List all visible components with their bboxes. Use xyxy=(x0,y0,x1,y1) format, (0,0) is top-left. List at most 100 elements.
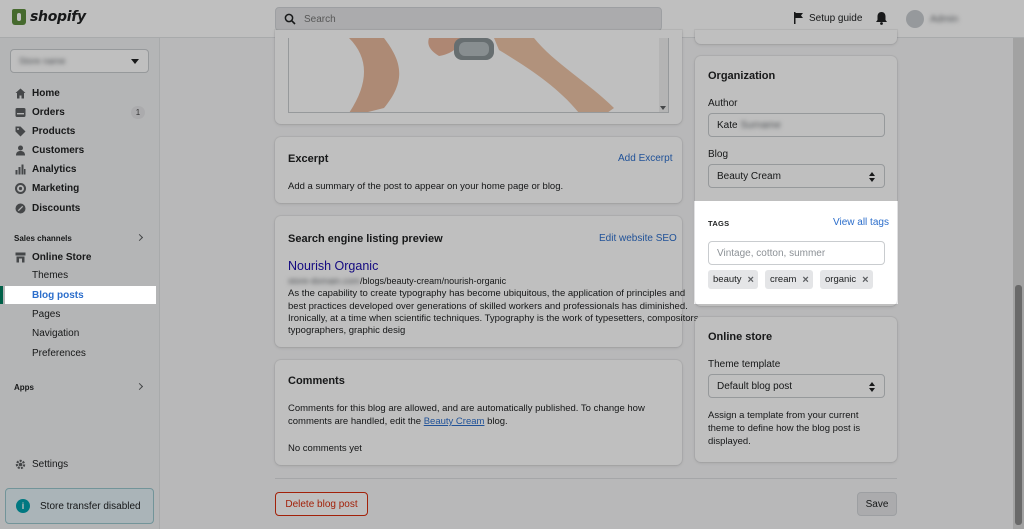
blog-selected-value: Beauty Cream xyxy=(717,170,781,182)
online-store-title: Online store xyxy=(708,331,773,343)
author-first-name: Kate xyxy=(717,119,738,131)
sidebar-item-orders[interactable]: Orders 1 xyxy=(0,103,159,121)
tag-chip-organic: organic × xyxy=(820,270,873,289)
marketing-icon xyxy=(15,182,26,194)
seo-title: Search engine listing preview xyxy=(288,233,443,245)
sidebar-item-label: Pages xyxy=(32,308,61,320)
avatar xyxy=(906,10,924,28)
sidebar-item-themes[interactable]: Themes xyxy=(0,266,159,284)
setup-guide-label: Setup guide xyxy=(809,12,863,24)
theme-help-line-1: Assign a template from your current xyxy=(708,410,859,421)
arrow-down-icon[interactable] xyxy=(660,106,666,110)
orders-icon xyxy=(15,107,26,117)
seo-snippet-line-1: As the capability to create typography h… xyxy=(288,288,686,299)
sidebar-item-navigation[interactable]: Navigation xyxy=(0,324,159,342)
author-field[interactable]: Kate Surname xyxy=(708,113,885,137)
store-transfer-banner: i Store transfer disabled xyxy=(5,488,154,524)
tag-chip-cream: cream × xyxy=(765,270,813,289)
close-icon[interactable]: × xyxy=(748,274,754,286)
add-excerpt-link[interactable]: Add Excerpt xyxy=(618,153,672,164)
theme-template-select[interactable]: Default blog post xyxy=(708,374,885,398)
sidebar-item-label: Analytics xyxy=(32,163,77,175)
logo-text: shopify xyxy=(30,9,86,25)
excerpt-description: Add a summary of the post to appear on y… xyxy=(288,181,564,192)
sidebar-item-home[interactable]: Home xyxy=(0,84,159,102)
edit-website-seo-link[interactable]: Edit website SEO xyxy=(599,233,677,244)
page-scrollbar-thumb[interactable] xyxy=(1015,285,1022,525)
sidebar-item-marketing[interactable]: Marketing xyxy=(0,179,159,197)
bell-icon[interactable] xyxy=(875,11,888,25)
chevron-right-icon[interactable] xyxy=(135,382,144,391)
sidebar-item-analytics[interactable]: Analytics xyxy=(0,160,159,178)
sidebar-item-label: Online Store xyxy=(32,251,92,263)
content-editor-area[interactable] xyxy=(288,38,669,113)
account-menu[interactable]: Admin xyxy=(906,10,958,28)
close-icon[interactable]: × xyxy=(862,274,868,286)
author-last-name: Surname xyxy=(740,119,781,131)
tag-label: organic xyxy=(825,274,857,285)
sidebar-item-label: Navigation xyxy=(32,327,80,339)
search-input[interactable] xyxy=(304,13,661,25)
author-label: Author xyxy=(708,98,738,109)
caret-down-icon xyxy=(131,59,139,64)
seo-url-host: store-domain.com xyxy=(288,276,361,286)
sidebar-item-online-store[interactable]: Online Store xyxy=(0,248,159,266)
sidebar-item-label: Products xyxy=(32,125,76,137)
sidebar-item-label: Marketing xyxy=(32,182,80,194)
view-all-tags-link[interactable]: View all tags xyxy=(833,217,889,228)
search-bar[interactable] xyxy=(275,7,662,31)
store-transfer-text: Store transfer disabled xyxy=(40,500,141,512)
comments-info-text: comments are handled, edit the xyxy=(288,416,424,427)
sidebar-item-label: Themes xyxy=(32,269,69,281)
home-icon xyxy=(15,88,26,98)
tag-icon xyxy=(15,126,26,136)
blog-select[interactable]: Beauty Cream xyxy=(708,164,885,188)
sidebar-item-label: Settings xyxy=(32,458,69,470)
seo-snippet-line-4: typographers, graphic desig xyxy=(288,325,406,336)
tag-label: cream xyxy=(770,274,797,285)
shopify-logo[interactable]: shopify xyxy=(12,9,86,25)
seo-page-title: Nourish Organic xyxy=(288,259,379,273)
excerpt-card xyxy=(275,137,682,203)
gear-icon xyxy=(15,459,26,469)
tags-heading: TAGS xyxy=(708,219,730,228)
beauty-cream-blog-link[interactable]: Beauty Cream xyxy=(424,416,485,427)
setup-guide-button[interactable]: Setup guide xyxy=(793,12,862,24)
sidebar-item-label: Preferences xyxy=(32,347,86,359)
theme-template-label: Theme template xyxy=(708,359,781,370)
tags-input[interactable]: Vintage, cotton, summer xyxy=(708,241,885,265)
seo-url-path: /blogs/beauty-cream/nourish-organic xyxy=(360,276,507,286)
sidebar: Store name Home Orders 1 Products Custom… xyxy=(0,38,160,529)
seo-url: store-domain.com/blogs/beauty-cream/nour… xyxy=(288,276,506,286)
tag-chip-beauty: beauty × xyxy=(708,270,758,289)
save-button[interactable]: Save xyxy=(857,492,897,516)
sidebar-item-discounts[interactable]: Discounts xyxy=(0,199,159,217)
sidebar-item-pages[interactable]: Pages xyxy=(0,305,159,323)
tags-input-placeholder: Vintage, cotton, summer xyxy=(717,247,826,259)
search-icon xyxy=(284,13,296,25)
sidebar-item-products[interactable]: Products xyxy=(0,122,159,140)
theme-help-line-3: displayed. xyxy=(708,436,751,447)
chevron-right-icon[interactable] xyxy=(135,233,144,242)
theme-help-line-2: theme to define how the blog post is xyxy=(708,423,861,434)
orders-count-badge: 1 xyxy=(131,106,145,119)
sidebar-item-settings[interactable]: Settings xyxy=(0,455,159,473)
no-comments-text: No comments yet xyxy=(288,443,362,454)
delete-blog-post-button[interactable]: Delete blog post xyxy=(275,492,368,516)
store-selector[interactable]: Store name xyxy=(10,49,149,73)
sidebar-item-preferences[interactable]: Preferences xyxy=(0,344,159,362)
select-arrows-icon xyxy=(869,172,875,182)
sidebar-item-blog-posts-highlight[interactable]: Blog posts xyxy=(5,286,156,304)
close-icon[interactable]: × xyxy=(802,274,808,286)
theme-template-value: Default blog post xyxy=(717,380,793,392)
shopping-bag-icon xyxy=(12,9,26,25)
store-name: Store name xyxy=(19,56,66,66)
comments-info-line-2: comments are handled, edit the Beauty Cr… xyxy=(288,415,508,428)
sidebar-item-label: Blog posts xyxy=(32,289,84,301)
tag-label: beauty xyxy=(713,274,742,285)
sidebar-item-customers[interactable]: Customers xyxy=(0,141,159,159)
visibility-card xyxy=(695,30,897,44)
sales-channels-heading: Sales channels xyxy=(14,234,72,243)
editor-scrollbar[interactable] xyxy=(659,38,668,112)
store-icon xyxy=(15,252,26,262)
